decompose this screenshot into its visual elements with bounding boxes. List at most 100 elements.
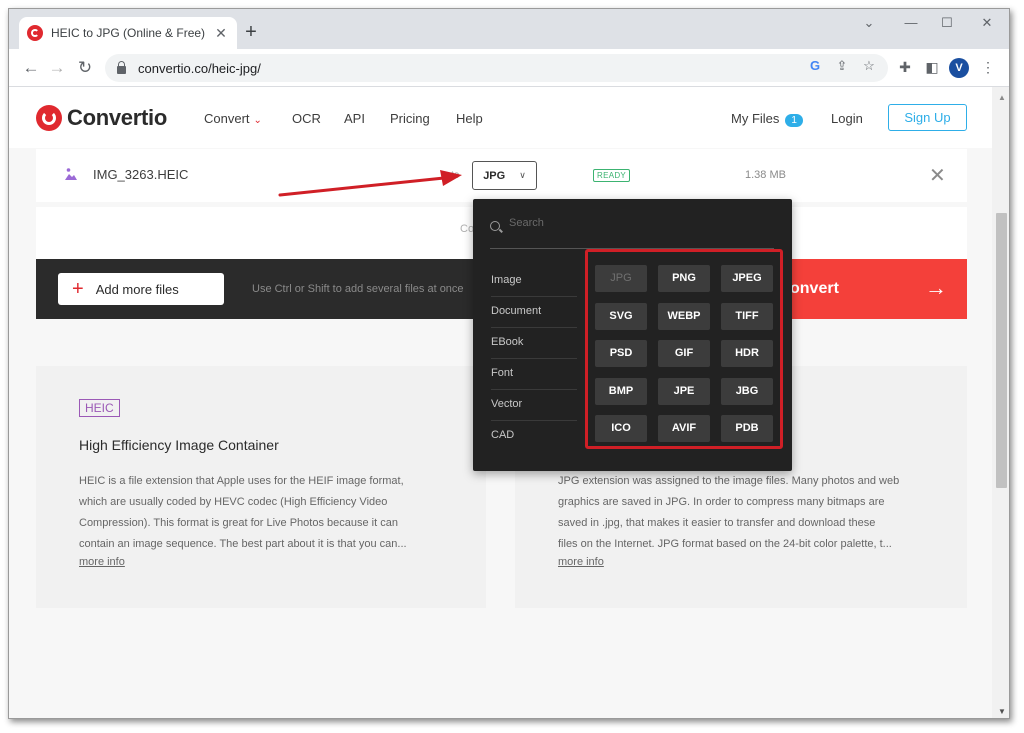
- forward-icon[interactable]: →: [47, 58, 67, 78]
- jpg-desc-line: JPG extension was assigned to the image …: [558, 475, 900, 487]
- heic-description: HEIC is a file extension that Apple uses…: [79, 471, 439, 555]
- file-size: 1.38 MB: [745, 169, 786, 181]
- format-dropdown: Image Document EBook Font Vector CAD JPG…: [473, 199, 792, 471]
- heic-desc-line: Compression). This format is great for L…: [79, 517, 398, 529]
- category-vector[interactable]: Vector: [491, 390, 577, 421]
- convert-label: onvert: [790, 280, 839, 297]
- format-tiff[interactable]: TIFF: [721, 303, 773, 330]
- heic-title: High Efficiency Image Container: [79, 437, 279, 453]
- scroll-down-arrow-icon[interactable]: ▼: [998, 707, 1006, 716]
- format-hdr[interactable]: HDR: [721, 340, 773, 367]
- site-header: Convertio Convert ⌄ OCR API Pricing Help …: [9, 87, 992, 148]
- nav-help[interactable]: Help: [456, 111, 483, 126]
- my-files-count-badge: 1: [785, 114, 803, 127]
- share-icon[interactable]: ⇪: [833, 58, 851, 74]
- convert-button[interactable]: onvert →: [778, 259, 967, 319]
- image-file-icon: [65, 168, 77, 180]
- nav-pricing[interactable]: Pricing: [390, 111, 430, 126]
- plus-icon: +: [72, 278, 84, 300]
- page-scrollbar[interactable]: ▲ ▼: [992, 87, 1009, 718]
- format-jpg[interactable]: JPG: [595, 265, 647, 292]
- jpg-desc-line: files on the Internet. JPG format based …: [558, 538, 892, 550]
- nav-convert[interactable]: Convert ⌄: [204, 111, 262, 126]
- format-jpe[interactable]: JPE: [658, 378, 710, 405]
- format-ico[interactable]: ICO: [595, 415, 647, 442]
- heic-info-card: HEIC High Efficiency Image Container HEI…: [36, 366, 486, 608]
- new-tab-button[interactable]: +: [239, 21, 263, 45]
- heic-desc-line: HEIC is a file extension that Apple uses…: [79, 475, 404, 487]
- signup-button[interactable]: Sign Up: [888, 104, 967, 131]
- format-pdb[interactable]: PDB: [721, 415, 773, 442]
- file-name: IMG_3263.HEIC: [93, 167, 189, 182]
- format-jpeg[interactable]: JPEG: [721, 265, 773, 292]
- format-avif[interactable]: AVIF: [658, 415, 710, 442]
- format-png[interactable]: PNG: [658, 265, 710, 292]
- tab-search-icon[interactable]: ⌄: [857, 15, 881, 31]
- convertio-logo[interactable]: Convertio: [36, 105, 167, 131]
- browser-tab[interactable]: HEIC to JPG (Online & Free) — C ✕: [19, 17, 237, 49]
- format-psd[interactable]: PSD: [595, 340, 647, 367]
- format-search: [490, 217, 774, 249]
- jpg-desc-line: saved in .jpg, that makes it easier to t…: [558, 517, 876, 529]
- my-files-label: My Files: [731, 111, 780, 126]
- lock-icon: [117, 61, 126, 74]
- address-bar[interactable]: convertio.co/heic-jpg/: [105, 54, 888, 82]
- format-gif[interactable]: GIF: [658, 340, 710, 367]
- google-icon[interactable]: G: [806, 58, 824, 73]
- nav-api[interactable]: API: [344, 111, 365, 126]
- url-text: convertio.co/heic-jpg/: [138, 60, 261, 76]
- output-format-select[interactable]: JPG ∨: [472, 161, 537, 190]
- convertio-logo-icon: [36, 105, 62, 131]
- jpg-desc-line: graphics are saved in JPG. In order to c…: [558, 496, 885, 508]
- jpg-more-info-link[interactable]: more info: [558, 556, 604, 568]
- arrow-right-icon: →: [925, 275, 947, 300]
- category-font[interactable]: Font: [491, 359, 577, 390]
- jpg-description: JPG extension was assigned to the image …: [558, 471, 938, 555]
- profile-avatar[interactable]: V: [949, 58, 969, 78]
- tab-title: HEIC to JPG (Online & Free) — C: [51, 26, 207, 40]
- format-search-input[interactable]: [509, 217, 749, 229]
- bookmark-star-icon[interactable]: ☆: [860, 58, 878, 74]
- status-badge: READY: [593, 169, 631, 182]
- side-panel-icon[interactable]: ◧: [923, 59, 941, 76]
- tab-close-icon[interactable]: ✕: [213, 25, 229, 42]
- my-files-link[interactable]: My Files 1: [731, 111, 803, 127]
- close-window-button[interactable]: ✕: [975, 15, 999, 31]
- heic-badge: HEIC: [79, 399, 120, 417]
- dropzone-text: Co: [460, 223, 475, 235]
- tab-strip: HEIC to JPG (Online & Free) — C ✕ + ⌄ — …: [9, 9, 1009, 49]
- heic-desc-line: which are usually coded by HEVC codec (H…: [79, 496, 388, 508]
- remove-file-icon[interactable]: ✕: [929, 163, 946, 188]
- scroll-up-arrow-icon[interactable]: ▲: [998, 93, 1006, 102]
- heic-more-info-link[interactable]: more info: [79, 556, 125, 568]
- nav-ocr[interactable]: OCR: [292, 111, 321, 126]
- login-link[interactable]: Login: [831, 111, 863, 126]
- logo-text: Convertio: [67, 105, 167, 130]
- maximize-button[interactable]: ☐: [935, 15, 959, 31]
- format-svg[interactable]: SVG: [595, 303, 647, 330]
- minimize-button[interactable]: —: [899, 15, 923, 30]
- convertio-favicon-icon: [27, 25, 43, 41]
- web-page: Convertio Convert ⌄ OCR API Pricing Help …: [9, 87, 992, 718]
- category-document[interactable]: Document: [491, 297, 577, 328]
- multi-select-hint: Use Ctrl or Shift to add several files a…: [252, 283, 464, 295]
- format-jbg[interactable]: JBG: [721, 378, 773, 405]
- add-more-files-button[interactable]: + Add more files: [58, 273, 224, 305]
- heic-desc-line: contain an image sequence. The best part…: [79, 538, 407, 550]
- chevron-down-icon: ⌄: [253, 115, 262, 126]
- back-icon[interactable]: ←: [21, 58, 41, 78]
- category-ebook[interactable]: EBook: [491, 328, 577, 359]
- selected-format: JPG: [483, 169, 506, 182]
- file-row: IMG_3263.HEIC to JPG ∨ READY 1.38 MB ✕: [36, 149, 967, 202]
- format-bmp[interactable]: BMP: [595, 378, 647, 405]
- format-webp[interactable]: WEBP: [658, 303, 710, 330]
- nav-convert-label: Convert: [204, 111, 250, 126]
- category-cad[interactable]: CAD: [491, 421, 577, 452]
- extensions-puzzle-icon[interactable]: ✚: [896, 59, 914, 76]
- scroll-thumb[interactable]: [996, 213, 1007, 488]
- reload-icon[interactable]: ↻: [75, 58, 95, 78]
- add-more-files-label: Add more files: [95, 281, 179, 297]
- browser-toolbar: ← → ↻ convertio.co/heic-jpg/ G ⇪ ☆ ✚ ◧ V…: [9, 49, 1009, 87]
- category-image[interactable]: Image: [491, 266, 577, 297]
- menu-kebab-icon[interactable]: ⋮: [979, 59, 997, 76]
